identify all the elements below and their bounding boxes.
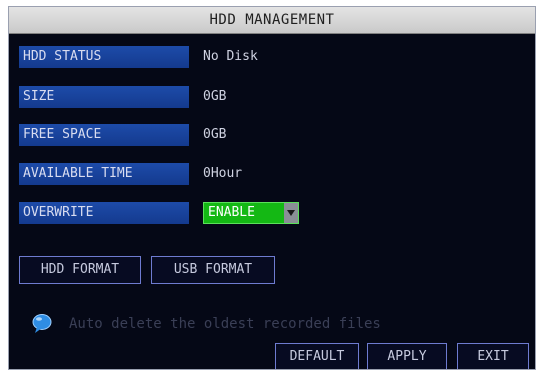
free-space-label: FREE SPACE (19, 124, 189, 146)
hdd-status-value: No Disk (203, 49, 258, 64)
size-value: 0GB (203, 89, 227, 104)
overwrite-label: OVERWRITE (19, 202, 189, 224)
exit-button[interactable]: EXIT (457, 343, 529, 369)
chevron-down-icon[interactable] (284, 203, 298, 223)
hdd-status-label: HDD STATUS (19, 46, 189, 68)
hint-text: Auto delete the oldest recorded files (69, 316, 381, 332)
overwrite-select[interactable]: ENABLE (203, 202, 299, 224)
usb-format-button[interactable]: USB FORMAT (151, 256, 275, 284)
available-time-label: AVAILABLE TIME (19, 163, 189, 185)
default-button[interactable]: DEFAULT (275, 343, 359, 369)
overwrite-select-value: ENABLE (208, 205, 255, 220)
apply-button[interactable]: APPLY (367, 343, 447, 369)
hdd-format-button[interactable]: HDD FORMAT (19, 256, 141, 284)
hdd-management-window: HDD MANAGEMENT HDD STATUS No Disk SIZE 0… (8, 6, 536, 370)
info-bubble-icon (31, 313, 53, 335)
window-title: HDD MANAGEMENT (9, 7, 535, 34)
hint-message: Auto delete the oldest recorded files (31, 313, 521, 335)
available-time-value: 0Hour (203, 166, 243, 181)
size-label: SIZE (19, 86, 189, 108)
free-space-value: 0GB (203, 127, 227, 142)
